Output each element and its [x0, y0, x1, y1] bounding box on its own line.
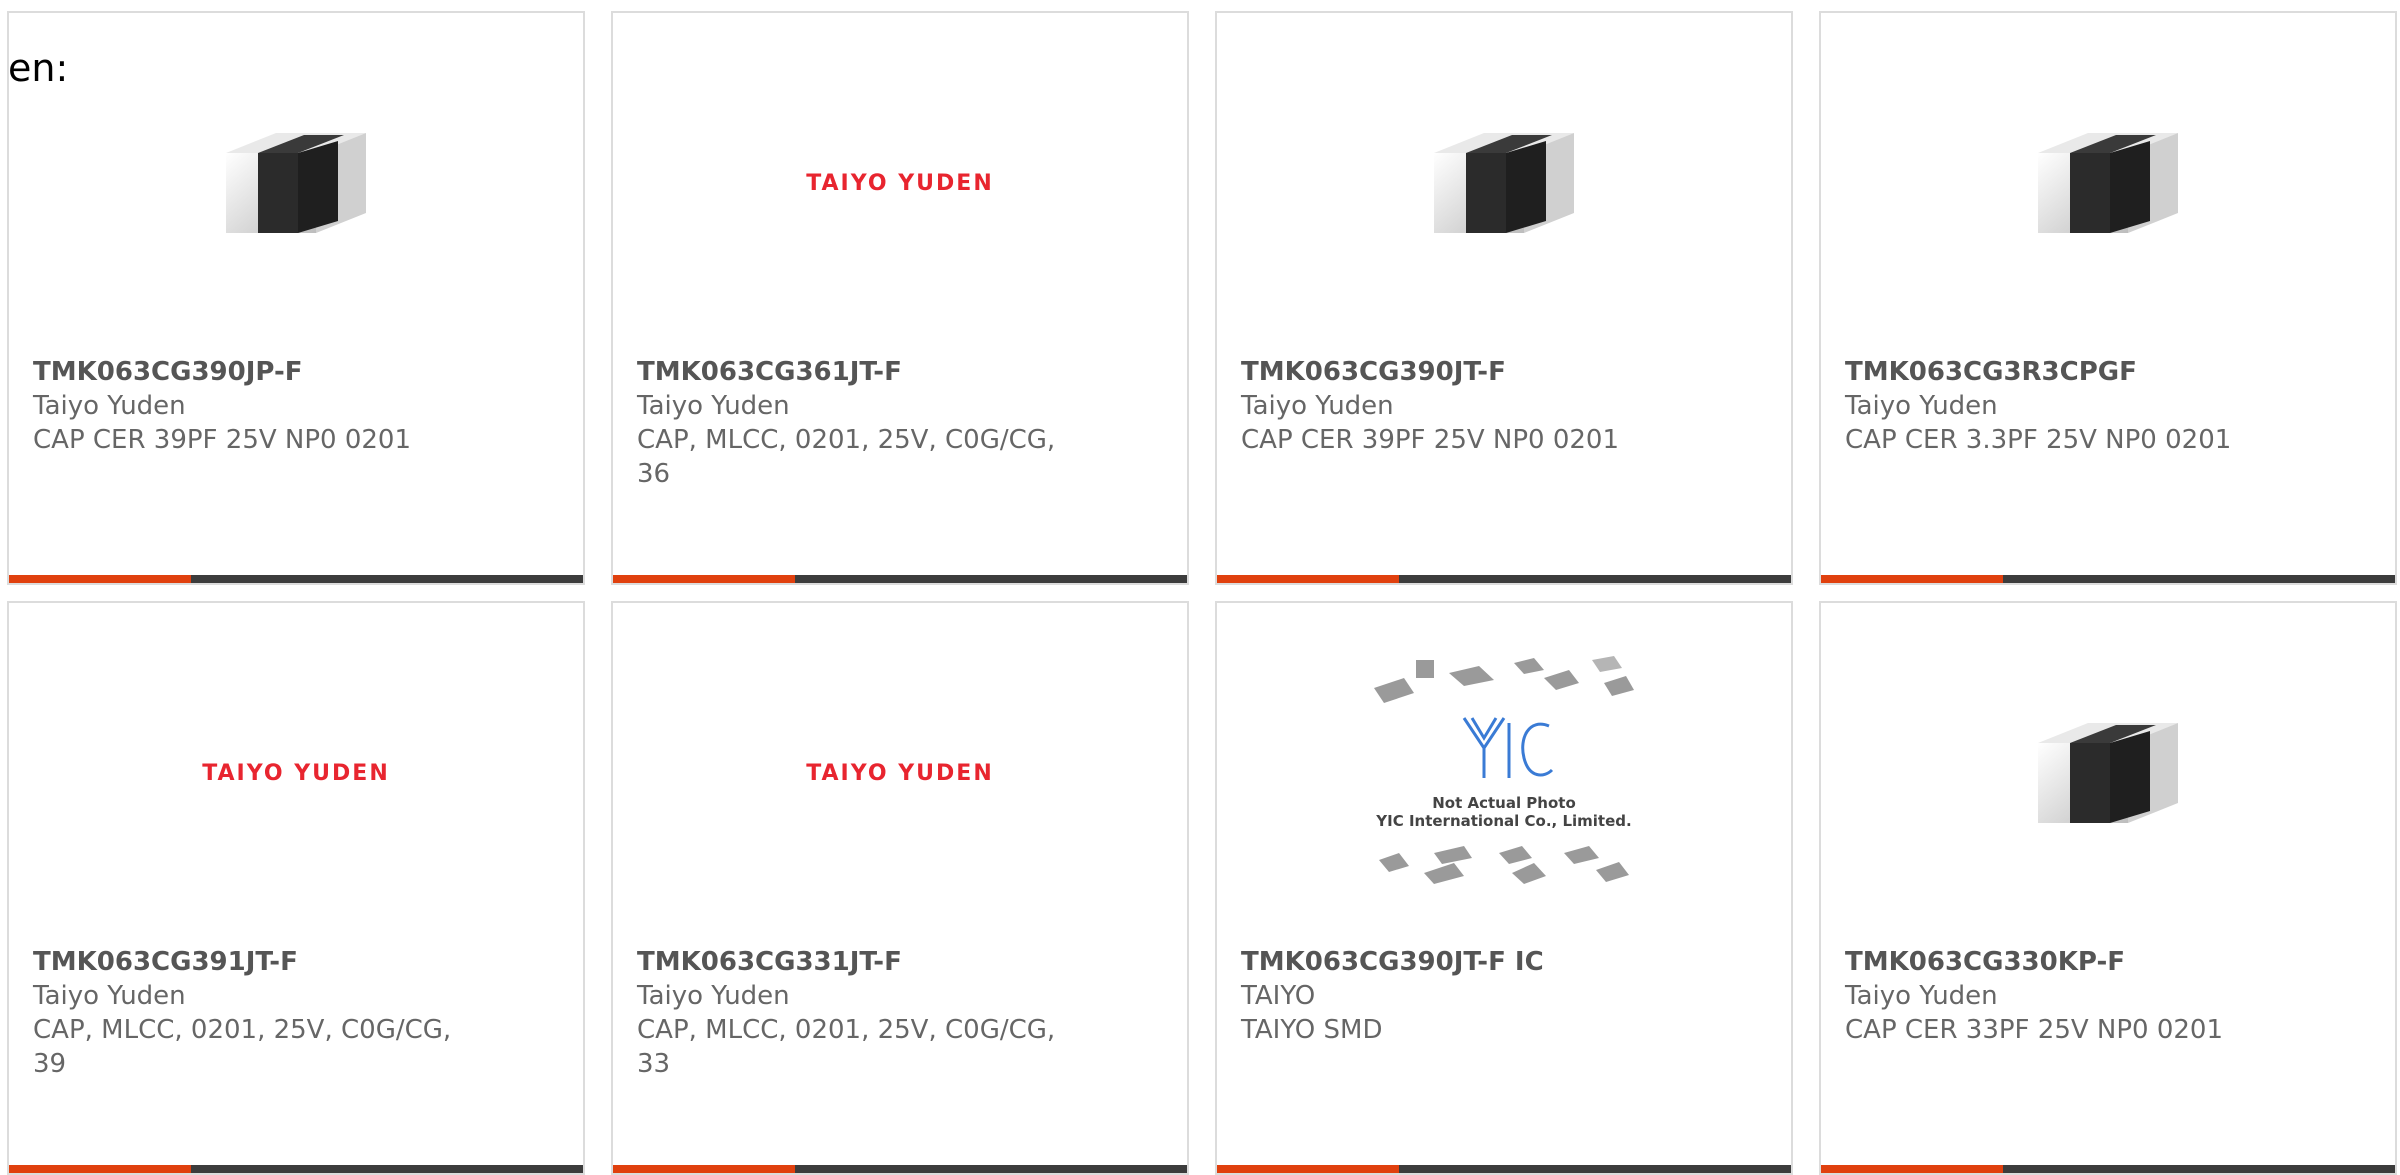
product-image [1821, 73, 2395, 293]
card-footer-bar [613, 575, 1187, 583]
product-card[interactable]: TMK063CG330KP-F Taiyo Yuden CAP CER 33PF… [1819, 601, 2397, 1175]
description: CAP CER 39PF 25V NP0 0201 [1241, 425, 1620, 455]
product-info: TMK063CG390JT-F IC TAIYO TAIYO SMD [1241, 945, 1671, 1047]
part-number[interactable]: TMK063CG331JT-F [637, 945, 1067, 979]
manufacturer: Taiyo Yuden [1845, 981, 1998, 1011]
product-card[interactable]: TAIYO YUDEN TMK063CG331JT-F Taiyo Yuden … [611, 601, 1189, 1175]
manufacturer: Taiyo Yuden [1241, 391, 1394, 421]
taiyo-yuden-logo: TAIYO YUDEN [806, 170, 994, 196]
chip-capacitor-icon [1434, 133, 1574, 233]
part-number[interactable]: TMK063CG3R3CPGF [1845, 355, 2275, 389]
description: CAP, MLCC, 0201, 25V, C0G/CG, 33 [637, 1015, 1056, 1079]
placeholder-text-2: YIC International Co., Limited. [1375, 812, 1631, 830]
manufacturer: Taiyo Yuden [637, 391, 790, 421]
product-card[interactable]: Not Actual Photo YIC International Co., … [1215, 601, 1793, 1175]
language-label: en: [8, 46, 69, 90]
chip-capacitor-icon [2038, 723, 2178, 823]
description: CAP CER 33PF 25V NP0 0201 [1845, 1015, 2224, 1045]
description: TAIYO SMD [1241, 1015, 1383, 1045]
product-card[interactable]: TMK063CG390JP-F Taiyo Yuden CAP CER 39PF… [7, 11, 585, 585]
part-number[interactable]: TMK063CG391JT-F [33, 945, 463, 979]
product-card[interactable]: TMK063CG390JT-F Taiyo Yuden CAP CER 39PF… [1215, 11, 1793, 585]
description: CAP CER 39PF 25V NP0 0201 [33, 425, 412, 455]
yic-placeholder-icon: Not Actual Photo YIC International Co., … [1374, 656, 1634, 884]
manufacturer: TAIYO [1241, 981, 1316, 1011]
part-number[interactable]: TMK063CG330KP-F [1845, 945, 2275, 979]
product-info: TMK063CG390JP-F Taiyo Yuden CAP CER 39PF… [33, 355, 463, 457]
card-footer-bar [1217, 575, 1791, 583]
card-footer-bar [613, 1165, 1187, 1173]
product-image: Not Actual Photo YIC International Co., … [1217, 656, 1791, 884]
product-info: TMK063CG391JT-F Taiyo Yuden CAP, MLCC, 0… [33, 945, 463, 1081]
product-card[interactable]: TMK063CG3R3CPGF Taiyo Yuden CAP CER 3.3P… [1819, 11, 2397, 585]
part-number[interactable]: TMK063CG390JT-F [1241, 355, 1671, 389]
product-image: TAIYO YUDEN [613, 73, 1187, 293]
product-card[interactable]: TAIYO YUDEN TMK063CG391JT-F Taiyo Yuden … [7, 601, 585, 1175]
product-info: TMK063CG331JT-F Taiyo Yuden CAP, MLCC, 0… [637, 945, 1067, 1081]
product-card[interactable]: TAIYO YUDEN TMK063CG361JT-F Taiyo Yuden … [611, 11, 1189, 585]
part-number[interactable]: TMK063CG361JT-F [637, 355, 1067, 389]
card-footer-bar [1821, 1165, 2395, 1173]
card-footer-bar [9, 575, 583, 583]
product-image [1217, 73, 1791, 293]
manufacturer: Taiyo Yuden [33, 981, 186, 1011]
product-grid: TMK063CG390JP-F Taiyo Yuden CAP CER 39PF… [0, 0, 2400, 1175]
product-info: TMK063CG361JT-F Taiyo Yuden CAP, MLCC, 0… [637, 355, 1067, 491]
taiyo-yuden-logo: TAIYO YUDEN [806, 760, 994, 786]
product-image [9, 73, 583, 293]
product-info: TMK063CG390JT-F Taiyo Yuden CAP CER 39PF… [1241, 355, 1671, 457]
card-footer-bar [9, 1165, 583, 1173]
taiyo-yuden-logo: TAIYO YUDEN [202, 760, 390, 786]
description: CAP, MLCC, 0201, 25V, C0G/CG, 36 [637, 425, 1056, 489]
part-number[interactable]: TMK063CG390JT-F IC [1241, 945, 1671, 979]
product-image [1821, 663, 2395, 883]
product-info: TMK063CG330KP-F Taiyo Yuden CAP CER 33PF… [1845, 945, 2275, 1047]
manufacturer: Taiyo Yuden [33, 391, 186, 421]
chip-capacitor-icon [2038, 133, 2178, 233]
card-footer-bar [1217, 1165, 1791, 1173]
manufacturer: Taiyo Yuden [637, 981, 790, 1011]
chip-capacitor-icon [226, 133, 366, 233]
manufacturer: Taiyo Yuden [1845, 391, 1998, 421]
product-image: TAIYO YUDEN [613, 663, 1187, 883]
description: CAP CER 3.3PF 25V NP0 0201 [1845, 425, 2232, 455]
product-info: TMK063CG3R3CPGF Taiyo Yuden CAP CER 3.3P… [1845, 355, 2275, 457]
part-number[interactable]: TMK063CG390JP-F [33, 355, 463, 389]
card-footer-bar [1821, 575, 2395, 583]
placeholder-text-1: Not Actual Photo [1432, 794, 1576, 812]
description: CAP, MLCC, 0201, 25V, C0G/CG, 39 [33, 1015, 452, 1079]
product-image: TAIYO YUDEN [9, 663, 583, 883]
